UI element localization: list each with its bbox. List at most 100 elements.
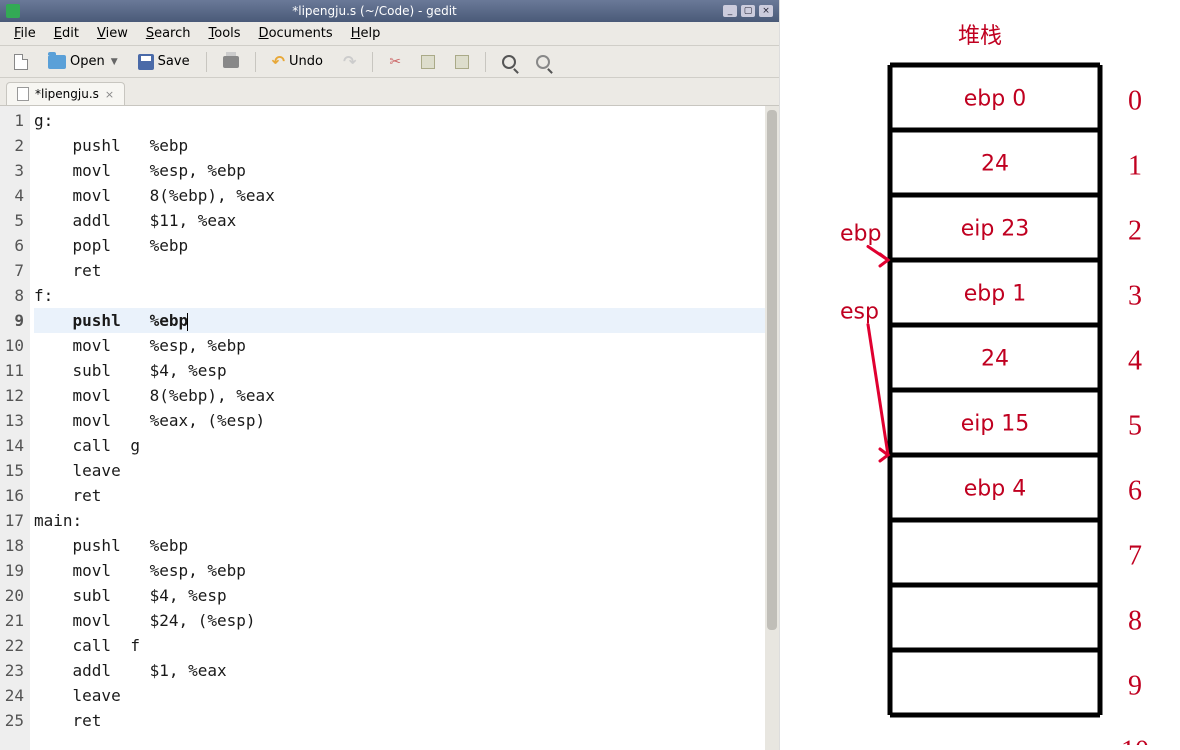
code-line[interactable]: movl 8(%ebp), %eax xyxy=(34,383,779,408)
toolbar-separator xyxy=(485,52,486,72)
folder-icon xyxy=(48,55,66,69)
line-number: 23 xyxy=(2,658,24,683)
close-button[interactable]: × xyxy=(759,5,773,17)
line-gutter: 1234567891011121314151617181920212223242… xyxy=(0,106,30,750)
stack-index: 1 xyxy=(1128,151,1142,182)
toolbar-separator xyxy=(372,52,373,72)
code-line[interactable]: popl %ebp xyxy=(34,233,779,258)
stack-svg: ebp 024eip 23ebp 124eip 15ebp 4012345678… xyxy=(830,55,1180,745)
menu-tools[interactable]: Tools xyxy=(201,24,249,43)
code-line[interactable]: call g xyxy=(34,433,779,458)
minimize-button[interactable]: _ xyxy=(723,5,737,17)
code-line[interactable]: main: xyxy=(34,508,779,533)
pointer-label: esp xyxy=(840,300,879,325)
chevron-down-icon: ▼ xyxy=(111,57,118,67)
open-button[interactable]: Open ▼ xyxy=(42,52,124,71)
line-number: 9 xyxy=(2,308,24,333)
code-line[interactable]: ret xyxy=(34,483,779,508)
pointer-label: ebp xyxy=(840,222,881,247)
line-number: 19 xyxy=(2,558,24,583)
line-number: 21 xyxy=(2,608,24,633)
code-line[interactable]: movl %eax, (%esp) xyxy=(34,408,779,433)
code-line[interactable]: ret xyxy=(34,708,779,733)
line-number: 2 xyxy=(2,133,24,158)
tab-close-button[interactable]: × xyxy=(105,88,114,101)
menu-file[interactable]: File xyxy=(6,24,44,43)
code-line[interactable]: movl 8(%ebp), %eax xyxy=(34,183,779,208)
save-button[interactable]: Save xyxy=(132,52,196,72)
code-line[interactable]: ret xyxy=(34,258,779,283)
stack-diagram: 堆栈 ebp 024eip 23ebp 124eip 15ebp 4012345… xyxy=(780,0,1180,750)
line-number: 12 xyxy=(2,383,24,408)
editor[interactable]: 1234567891011121314151617181920212223242… xyxy=(0,106,779,750)
line-number: 16 xyxy=(2,483,24,508)
scrollbar[interactable] xyxy=(765,106,779,750)
line-number: 11 xyxy=(2,358,24,383)
window-controls: _ ▢ × xyxy=(723,5,773,17)
stack-index: 3 xyxy=(1128,281,1142,312)
undo-button[interactable]: ↶ Undo xyxy=(266,50,329,73)
cut-button[interactable]: ✂ xyxy=(383,52,407,72)
new-button[interactable] xyxy=(8,52,34,72)
stack-index: 9 xyxy=(1128,671,1142,702)
code-line[interactable]: subl $4, %esp xyxy=(34,583,779,608)
tab-label: *lipengju.s xyxy=(35,87,99,101)
gedit-window: *lipengju.s (~/Code) - gedit _ ▢ × File … xyxy=(0,0,780,750)
code-line[interactable]: pushl %ebp xyxy=(34,133,779,158)
save-icon xyxy=(138,54,154,70)
line-number: 3 xyxy=(2,158,24,183)
redo-button[interactable]: ↷ xyxy=(337,50,362,73)
code-line[interactable]: subl $4, %esp xyxy=(34,358,779,383)
line-number: 7 xyxy=(2,258,24,283)
line-number: 15 xyxy=(2,458,24,483)
toolbar-separator xyxy=(255,52,256,72)
code-line[interactable]: movl %esp, %ebp xyxy=(34,158,779,183)
tab-lipengju[interactable]: *lipengju.s × xyxy=(6,82,125,105)
menu-edit[interactable]: Edit xyxy=(46,24,87,43)
stack-index: 4 xyxy=(1128,346,1142,377)
code-area[interactable]: g: pushl %ebp movl %esp, %ebp movl 8(%eb… xyxy=(30,106,779,750)
toolbar-separator xyxy=(206,52,207,72)
paste-icon xyxy=(455,55,469,69)
search-icon xyxy=(502,55,516,69)
line-number: 24 xyxy=(2,683,24,708)
scrollbar-thumb[interactable] xyxy=(767,110,777,630)
copy-button[interactable] xyxy=(415,53,441,71)
code-line[interactable]: leave xyxy=(34,458,779,483)
paste-button[interactable] xyxy=(449,53,475,71)
menu-help[interactable]: Help xyxy=(343,24,389,43)
code-line[interactable]: movl %esp, %ebp xyxy=(34,333,779,358)
menu-documents[interactable]: Documents xyxy=(251,24,341,43)
undo-label: Undo xyxy=(289,54,323,69)
line-number: 8 xyxy=(2,283,24,308)
maximize-button[interactable]: ▢ xyxy=(741,5,755,17)
stack-cell-text: eip 15 xyxy=(961,412,1030,437)
cut-icon: ✂ xyxy=(389,54,401,70)
titlebar: *lipengju.s (~/Code) - gedit _ ▢ × xyxy=(0,0,779,22)
menu-view[interactable]: View xyxy=(89,24,136,43)
code-line[interactable]: call f xyxy=(34,633,779,658)
app-icon xyxy=(6,4,20,18)
print-icon xyxy=(223,56,239,68)
menu-search[interactable]: Search xyxy=(138,24,199,43)
find-button[interactable] xyxy=(496,53,522,71)
line-number: 1 xyxy=(2,108,24,133)
line-number: 20 xyxy=(2,583,24,608)
find-replace-button[interactable] xyxy=(530,53,556,71)
code-line[interactable]: addl $1, %eax xyxy=(34,658,779,683)
line-number: 4 xyxy=(2,183,24,208)
stack-index: 6 xyxy=(1128,476,1142,507)
code-line[interactable]: f: xyxy=(34,283,779,308)
code-line[interactable]: g: xyxy=(34,108,779,133)
code-line[interactable]: movl $24, (%esp) xyxy=(34,608,779,633)
diagram-title: 堆栈 xyxy=(780,18,1180,50)
code-line[interactable]: leave xyxy=(34,683,779,708)
code-line[interactable]: movl %esp, %ebp xyxy=(34,558,779,583)
code-line[interactable]: pushl %ebp xyxy=(34,533,779,558)
print-button[interactable] xyxy=(217,54,245,70)
toolbar: Open ▼ Save ↶ Undo ↷ ✂ xyxy=(0,46,779,78)
code-line[interactable]: addl $11, %eax xyxy=(34,208,779,233)
line-number: 5 xyxy=(2,208,24,233)
code-line[interactable]: pushl %ebp xyxy=(34,308,779,333)
menubar: File Edit View Search Tools Documents He… xyxy=(0,22,779,46)
